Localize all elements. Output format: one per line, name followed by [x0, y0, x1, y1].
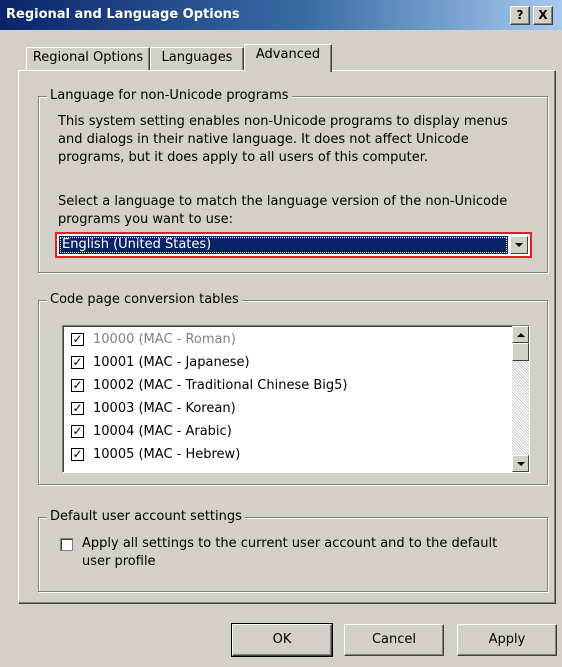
list-scrollbar[interactable]: [512, 326, 529, 472]
list-item-label: 10002 (MAC - Traditional Chinese Big5): [93, 378, 348, 393]
language-select-value: English (United States): [59, 236, 508, 254]
scroll-down-button[interactable]: [512, 455, 529, 472]
non-unicode-legend: Language for non-Unicode programs: [47, 88, 292, 103]
tab-languages[interactable]: Languages: [150, 47, 244, 70]
checkbox-checked-icon[interactable]: ✓: [71, 333, 84, 346]
select-language-prompt: Select a language to match the language …: [58, 193, 507, 229]
checkbox-checked-icon[interactable]: ✓: [71, 356, 84, 369]
list-item-label: 10004 (MAC - Arabic): [93, 424, 232, 439]
language-select[interactable]: English (United States): [55, 232, 532, 258]
checkbox-checked-icon[interactable]: ✓: [71, 379, 84, 392]
language-dropdown-button[interactable]: [510, 236, 528, 254]
apply-default-user-label[interactable]: Apply all settings to the current user a…: [82, 535, 497, 571]
description-line: This system setting enables non-Unicode …: [58, 114, 508, 129]
prompt-line: Select a language to match the language …: [58, 194, 508, 209]
checkbox-checked-icon[interactable]: ✓: [71, 402, 84, 415]
description-line: programs, but it does apply to all users…: [58, 150, 429, 165]
help-button[interactable]: ?: [510, 6, 530, 25]
title-bar[interactable]: Regional and Language Options ? X: [0, 0, 562, 30]
chevron-down-icon: [515, 243, 523, 247]
default-user-legend: Default user account settings: [47, 509, 245, 524]
scroll-up-button[interactable]: [512, 326, 529, 343]
list-item-label: 10005 (MAC - Hebrew): [93, 447, 241, 462]
checkbox-label-line: Apply all settings to the current user a…: [82, 536, 498, 551]
window-title: Regional and Language Options: [6, 7, 240, 22]
checkbox-checked-icon[interactable]: ✓: [71, 448, 84, 461]
close-button[interactable]: X: [533, 6, 553, 25]
prompt-line: programs you want to use:: [58, 212, 234, 227]
code-page-legend: Code page conversion tables: [47, 292, 242, 307]
list-item-label: 10000 (MAC - Roman): [93, 332, 236, 347]
code-page-list[interactable]: ✓ 10000 (MAC - Roman) ✓ 10001 (MAC - Jap…: [62, 325, 530, 473]
checkbox-checked-icon[interactable]: ✓: [71, 425, 84, 438]
apply-button[interactable]: Apply: [457, 624, 557, 656]
chevron-up-icon: [517, 333, 525, 337]
non-unicode-description: This system setting enables non-Unicode …: [58, 113, 508, 167]
description-line: and dialogs in their native language. It…: [58, 132, 469, 147]
scroll-thumb[interactable]: [512, 343, 529, 361]
tab-regional-options[interactable]: Regional Options: [26, 47, 150, 70]
tab-advanced[interactable]: Advanced: [244, 44, 332, 72]
list-item-label: 10001 (MAC - Japanese): [93, 355, 250, 370]
chevron-down-icon: [517, 462, 525, 466]
checkbox-label-line: user profile: [82, 554, 156, 569]
list-item-label: 10003 (MAC - Korean): [93, 401, 236, 416]
ok-button[interactable]: OK: [231, 623, 333, 657]
cancel-button[interactable]: Cancel: [344, 624, 444, 656]
apply-default-user-checkbox[interactable]: [60, 538, 73, 551]
